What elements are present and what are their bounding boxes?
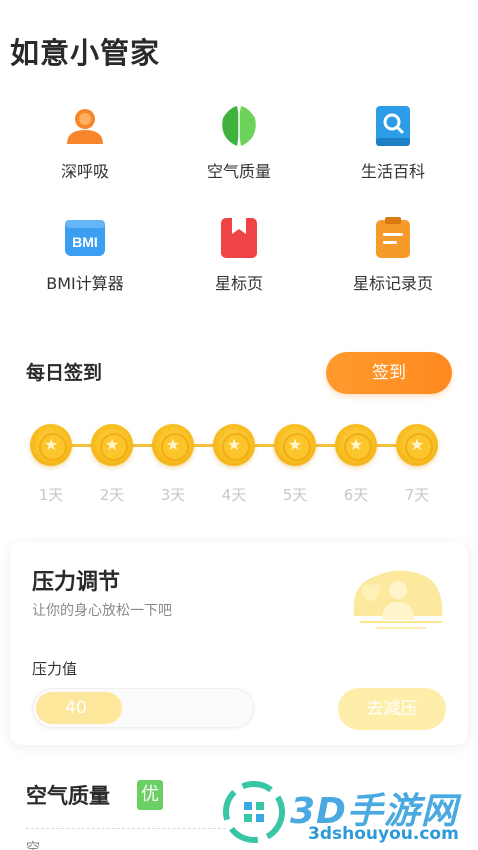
- tool-label: 星标记录页: [352, 274, 433, 293]
- coin-icon: ★: [91, 424, 133, 466]
- reduce-stress-button[interactable]: 去减压: [338, 688, 446, 730]
- stress-card: 压力调节 让你的身心放松一下吧 压力值 40 去减压: [10, 542, 468, 745]
- day-label: 1天: [38, 486, 64, 504]
- checkin-title: 每日签到: [26, 362, 103, 384]
- tool-deep-breath[interactable]: 深呼吸: [10, 104, 160, 182]
- book-search-icon: [376, 106, 410, 146]
- stress-slider[interactable]: 40: [32, 688, 254, 728]
- tool-starred-records[interactable]: 星标记录页: [318, 216, 468, 294]
- tool-label: 深呼吸: [60, 162, 109, 181]
- day-label: 7天: [404, 486, 430, 504]
- tool-label: 星标页: [214, 274, 263, 293]
- svg-text:BMI: BMI: [72, 234, 98, 250]
- day-label: 6天: [343, 486, 369, 504]
- bookmark-icon: [221, 218, 257, 258]
- checkin-button[interactable]: 签到: [326, 352, 452, 394]
- watermark-logo-icon: [223, 781, 285, 843]
- relax-illustration: [353, 570, 443, 629]
- leaf-icon: [222, 106, 256, 146]
- divider: [26, 828, 226, 829]
- clipboard-icon: [376, 217, 410, 258]
- person-icon: [67, 109, 103, 144]
- coin-icon: ★: [152, 424, 194, 466]
- stress-title: 压力调节: [32, 570, 121, 595]
- coin-icon: ★: [335, 424, 377, 466]
- stress-value: 40: [65, 698, 87, 718]
- coin-icon: ★: [213, 424, 255, 466]
- tool-label: 空气质量: [206, 162, 271, 181]
- day-label: 4天: [221, 486, 247, 504]
- tool-starred[interactable]: 星标页: [164, 216, 314, 294]
- tool-air-quality[interactable]: 空气质量: [164, 104, 314, 182]
- tool-label: 生活百科: [360, 162, 425, 181]
- stress-subtitle: 让你的身心放松一下吧: [32, 603, 172, 619]
- stress-value-label: 压力值: [32, 660, 78, 678]
- coin-icon: ★: [274, 424, 316, 466]
- watermark-url: 3dshouyou.com: [308, 824, 459, 844]
- tool-bmi[interactable]: BMI BMI计算器: [10, 216, 160, 294]
- tool-label: BMI计算器: [46, 274, 124, 293]
- day-label: 5天: [282, 486, 308, 504]
- watermark: 3D手游网 3dshouyou.com: [222, 778, 478, 848]
- coin-icon: ★: [396, 424, 438, 466]
- day-label: 3天: [160, 486, 186, 504]
- checkin-progress: ★ ★ ★ ★ ★ ★ ★ 1天 2天 3天 4天 5天 6天 7天: [0, 422, 478, 512]
- bmi-icon: BMI: [65, 220, 105, 256]
- tool-life-wiki[interactable]: 生活百科: [318, 104, 468, 182]
- coin-icon: ★: [30, 424, 72, 466]
- day-label: 2天: [99, 486, 125, 504]
- air-quality-desc: 空: [26, 841, 40, 850]
- air-quality-badge: 优: [137, 780, 163, 810]
- app-title: 如意小管家: [10, 36, 161, 70]
- air-quality-title: 空气质量: [26, 784, 110, 808]
